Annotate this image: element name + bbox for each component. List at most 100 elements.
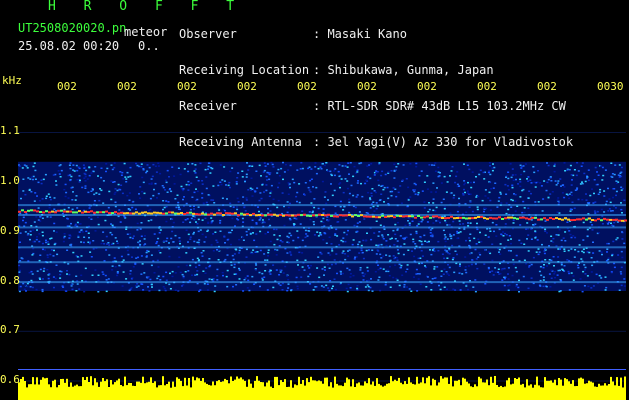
- noise-speck: [256, 187, 259, 189]
- noise-speck: [116, 242, 119, 244]
- noise-speck: [498, 248, 501, 251]
- noise-speck: [333, 259, 336, 261]
- noise-speck: [418, 240, 421, 242]
- noise-speck: [21, 167, 24, 169]
- noise-speck: [452, 197, 455, 199]
- signal-point: [513, 217, 516, 220]
- noise-speck: [470, 186, 473, 189]
- signal-point: [333, 215, 336, 218]
- noise-speck: [286, 201, 289, 203]
- noise-speck: [165, 200, 168, 202]
- noise-speck: [26, 234, 29, 236]
- noise-speck: [310, 178, 313, 180]
- noise-speck: [140, 255, 143, 257]
- noise-speck: [511, 184, 514, 186]
- noise-speck: [426, 175, 429, 177]
- signal-point: [93, 211, 96, 214]
- noise-speck: [586, 228, 589, 231]
- noise-speck: [155, 242, 158, 245]
- noise-speck: [202, 250, 205, 252]
- noise-speck: [330, 173, 333, 176]
- noise-speck: [142, 289, 145, 291]
- noise-speck: [380, 185, 383, 187]
- noise-speck: [45, 197, 48, 200]
- noise-speck: [46, 241, 49, 243]
- noise-speck: [90, 172, 93, 174]
- noise-speck: [521, 211, 524, 214]
- level-sample: [410, 382, 412, 400]
- noise-speck: [338, 164, 341, 166]
- noise-speck: [266, 179, 268, 181]
- noise-speck: [101, 271, 104, 273]
- noise-speck: [84, 187, 87, 189]
- noise-speck: [432, 222, 435, 224]
- noise-speck: [532, 224, 534, 226]
- noise-speck: [555, 234, 558, 236]
- noise-speck: [402, 237, 405, 240]
- noise-speck: [295, 276, 298, 279]
- noise-speck: [542, 198, 545, 200]
- level-sample: [136, 381, 138, 400]
- noise-speck: [194, 172, 197, 174]
- noise-speck: [500, 268, 503, 271]
- signal-point: [219, 212, 222, 215]
- signal-point: [432, 215, 435, 218]
- signal-point: [612, 218, 615, 221]
- noise-speck: [413, 276, 415, 278]
- noise-speck: [92, 240, 95, 242]
- noise-speck: [287, 236, 290, 239]
- noise-speck: [447, 264, 449, 266]
- noise-speck: [425, 286, 428, 288]
- signal-point: [417, 215, 420, 217]
- noise-speck: [588, 202, 591, 204]
- signal-point: [168, 211, 171, 214]
- signal-point: [36, 210, 39, 213]
- noise-speck: [159, 252, 162, 254]
- noise-speck: [456, 230, 459, 233]
- noise-speck: [178, 256, 181, 258]
- noise-speck: [287, 182, 290, 184]
- level-sample: [516, 379, 518, 400]
- level-sample: [62, 378, 64, 400]
- noise-speck: [432, 198, 435, 200]
- noise-speck: [31, 254, 34, 256]
- noise-speck: [259, 217, 262, 219]
- noise-speck: [70, 283, 73, 286]
- signal-point: [336, 215, 339, 218]
- noise-speck: [335, 228, 338, 231]
- noise-speck: [491, 270, 494, 272]
- level-sample: [414, 384, 416, 400]
- noise-speck: [289, 202, 291, 205]
- level-sample: [254, 380, 256, 400]
- signal-point: [618, 219, 621, 222]
- noise-speck: [181, 273, 184, 276]
- noise-speck: [182, 275, 185, 278]
- noise-speck: [155, 171, 158, 173]
- antenna-value: : 3el Yagi(V) Az 330 for Vladivostok: [313, 135, 574, 149]
- noise-speck: [105, 290, 108, 293]
- noise-speck: [101, 240, 104, 242]
- noise-speck: [327, 287, 330, 289]
- noise-speck: [370, 238, 373, 241]
- noise-speck: [346, 166, 349, 168]
- noise-speck: [218, 209, 221, 211]
- noise-speck: [171, 166, 174, 168]
- level-sample: [448, 383, 450, 400]
- noise-speck: [209, 172, 212, 174]
- noise-speck: [322, 208, 325, 210]
- noise-speck: [157, 162, 160, 164]
- noise-speck: [338, 244, 341, 246]
- noise-speck: [321, 163, 324, 165]
- signal-point: [525, 217, 528, 220]
- noise-speck: [150, 283, 153, 286]
- noise-speck: [217, 184, 220, 187]
- noise-speck: [134, 263, 137, 265]
- noise-speck: [474, 279, 477, 281]
- noise-speck: [127, 208, 130, 210]
- signal-point: [591, 219, 594, 221]
- level-sample: [234, 379, 236, 400]
- noise-speck: [369, 198, 372, 201]
- noise-speck: [245, 199, 248, 201]
- noise-speck: [157, 192, 160, 195]
- noise-speck: [430, 191, 433, 193]
